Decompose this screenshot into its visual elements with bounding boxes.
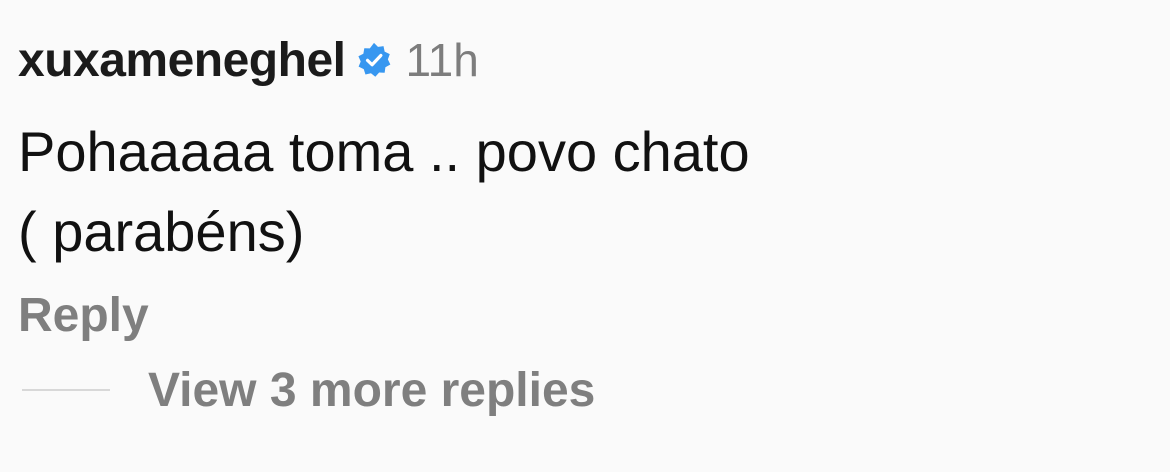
- comment-text: Pohaaaaa toma .. povo chato ( parabéns): [18, 120, 750, 263]
- comment: xuxameneghel 11h Pohaaaaa toma .. povo c…: [0, 0, 1170, 472]
- divider: [22, 389, 110, 391]
- comment-header: xuxameneghel 11h: [18, 30, 479, 90]
- username[interactable]: xuxameneghel: [18, 33, 346, 88]
- view-more-replies-button[interactable]: View 3 more replies: [148, 363, 595, 418]
- reply-button[interactable]: Reply: [18, 288, 149, 343]
- timestamp: 11h: [405, 34, 479, 86]
- view-more-replies-row: View 3 more replies: [22, 360, 595, 420]
- verified-badge-icon: [355, 41, 393, 79]
